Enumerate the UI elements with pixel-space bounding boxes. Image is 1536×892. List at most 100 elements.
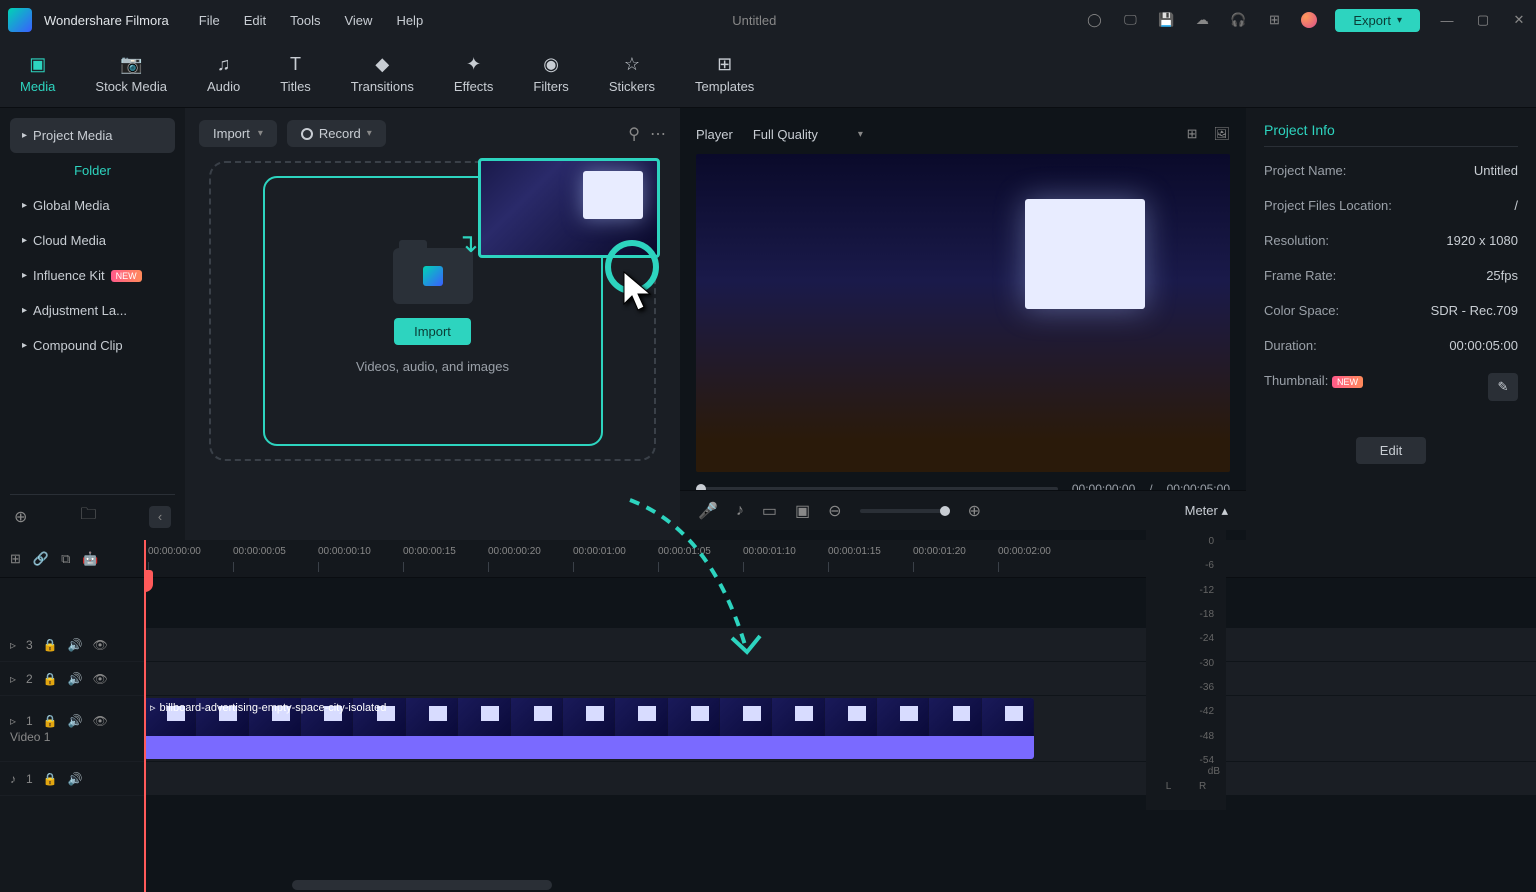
timeline-ruler[interactable]: 00:00:00:0000:00:00:0500:00:00:1000:00:0… — [144, 540, 1536, 578]
clip-icon: ▹ — [150, 701, 156, 714]
minimize-icon[interactable]: — — [1438, 11, 1456, 29]
timeline-tracks-area[interactable]: 00:00:00:0000:00:00:0500:00:00:1000:00:0… — [144, 540, 1536, 892]
transitions-icon: ◆ — [371, 53, 393, 75]
apps-icon[interactable]: ⊞ — [1265, 11, 1283, 29]
timeline-clip[interactable]: ▹billboard-advertising-empty-space-city-… — [144, 698, 1034, 759]
download-arrow-icon: ↴ — [457, 228, 479, 259]
filter-icon[interactable]: ⚲ — [628, 124, 640, 144]
eye-icon[interactable]: 👁 — [93, 714, 108, 728]
track-video-2[interactable] — [144, 662, 1536, 696]
timeline-toolbar: 🎤 ♪ ▭ ▣ ⊖ ⊕ Meter ▴ — [680, 490, 1246, 530]
tab-filters[interactable]: ◉Filters — [533, 53, 568, 94]
lock-icon[interactable]: 🔒 — [43, 772, 58, 786]
folder-graphic-icon: ↴ — [393, 248, 473, 304]
media-sidebar: ▸Project Media Folder ▸Global Media ▸Clo… — [0, 108, 185, 548]
templates-icon: ⊞ — [714, 53, 736, 75]
tab-titles[interactable]: TTitles — [280, 53, 311, 94]
circle-icon[interactable]: ◯ — [1085, 11, 1103, 29]
timeline-track-headers: ⊞ 🔗 ⧉ 🤖 ▹3🔒🔊👁 ▹2🔒🔊👁 ▹1🔒🔊👁 Video 1 ♪1🔒🔊 — [0, 540, 144, 892]
menu-tools[interactable]: Tools — [290, 13, 320, 28]
export-button[interactable]: Export▾ — [1335, 9, 1420, 32]
track-head-video-1[interactable]: ▹1🔒🔊👁 Video 1 — [0, 696, 144, 762]
grid-view-icon[interactable]: ⊞ — [1187, 126, 1198, 142]
drop-hint-text: Videos, audio, and images — [356, 359, 509, 374]
more-icon[interactable]: ⋯ — [650, 124, 666, 144]
folder-icon[interactable]: 🗀 — [80, 503, 96, 530]
project-title: Untitled — [423, 13, 1085, 28]
sidebar-global-media[interactable]: ▸Global Media — [10, 188, 175, 223]
tl-add-track-icon[interactable]: ⊞ — [10, 551, 21, 567]
sidebar-cloud-media[interactable]: ▸Cloud Media — [10, 223, 175, 258]
mute-icon[interactable]: 🔊 — [68, 672, 83, 686]
tab-stock-media[interactable]: 📷Stock Media — [95, 53, 167, 94]
sidebar-compound-clip[interactable]: ▸Compound Clip — [10, 328, 175, 363]
sidebar-adjustment-layer[interactable]: ▸Adjustment La... — [10, 293, 175, 328]
meter-toggle[interactable]: Meter ▴ — [1185, 503, 1228, 519]
sidebar-influence-kit[interactable]: ▸Influence KitNEW — [10, 258, 175, 293]
tab-stickers[interactable]: ☆Stickers — [609, 53, 655, 94]
sidebar-project-media[interactable]: ▸Project Media — [10, 118, 175, 153]
tab-media[interactable]: ▣Media — [20, 53, 55, 94]
zoom-out-icon[interactable]: ⊖ — [828, 501, 841, 521]
new-folder-icon[interactable]: ⊕ — [14, 507, 27, 527]
menu-file[interactable]: File — [199, 13, 220, 28]
player-label: Player — [696, 127, 733, 142]
save-icon[interactable]: 💾 — [1157, 11, 1175, 29]
preview-panel: Player Full Quality▾ ⊞ 🖼 00:00:00:00 / 0… — [680, 108, 1246, 548]
menu-edit[interactable]: Edit — [244, 13, 266, 28]
marker-icon[interactable]: ▭ — [762, 501, 777, 521]
monitor-icon[interactable]: 🖵 — [1121, 11, 1139, 29]
tab-effects[interactable]: ✦Effects — [454, 53, 494, 94]
tl-link-icon[interactable]: 🔗 — [33, 551, 49, 567]
track-head-video-3[interactable]: ▹3🔒🔊👁 — [0, 628, 144, 662]
menubar: File Edit Tools View Help — [199, 13, 423, 28]
tl-auto-icon[interactable]: 🤖 — [82, 551, 98, 567]
track-head-video-2[interactable]: ▹2🔒🔊👁 — [0, 662, 144, 696]
zoom-slider[interactable] — [860, 509, 950, 513]
tab-transitions[interactable]: ◆Transitions — [351, 53, 414, 94]
track-head-audio-1[interactable]: ♪1🔒🔊 — [0, 762, 144, 796]
record-dropdown[interactable]: Record▾ — [287, 120, 386, 147]
import-button[interactable]: Import — [394, 318, 471, 345]
track-video-1[interactable]: ▹billboard-advertising-empty-space-city-… — [144, 696, 1536, 762]
menu-view[interactable]: View — [344, 13, 372, 28]
tab-templates[interactable]: ⊞Templates — [695, 53, 754, 94]
maximize-icon[interactable]: ▢ — [1474, 11, 1492, 29]
preview-viewport[interactable] — [696, 154, 1230, 472]
account-avatar-icon[interactable] — [1301, 12, 1317, 28]
lock-icon[interactable]: 🔒 — [43, 638, 58, 652]
zoom-in-icon[interactable]: ⊕ — [968, 501, 981, 521]
track-audio-1[interactable] — [144, 762, 1536, 796]
menu-help[interactable]: Help — [396, 13, 423, 28]
collapse-sidebar-button[interactable]: ‹ — [149, 506, 171, 528]
cursor-icon — [622, 270, 662, 324]
filmora-logo-icon — [423, 266, 443, 286]
import-dropdown[interactable]: Import▾ — [199, 120, 277, 147]
mute-icon[interactable]: 🔊 — [68, 772, 83, 786]
close-icon[interactable]: ✕ — [1510, 11, 1528, 29]
effects-icon: ✦ — [463, 53, 485, 75]
project-info-title: Project Info — [1264, 122, 1518, 147]
render-icon[interactable]: ▣ — [795, 501, 810, 521]
lock-icon[interactable]: 🔒 — [43, 714, 58, 728]
sidebar-folder[interactable]: Folder — [10, 153, 175, 188]
tab-audio[interactable]: ♫Audio — [207, 53, 240, 94]
project-edit-button[interactable]: Edit — [1356, 437, 1426, 464]
mute-icon[interactable]: 🔊 — [68, 638, 83, 652]
eye-icon[interactable]: 👁 — [93, 638, 108, 652]
mute-icon[interactable]: 🔊 — [68, 714, 83, 728]
track-video-3[interactable] — [144, 628, 1536, 662]
timeline-playhead[interactable] — [144, 540, 146, 892]
picture-icon[interactable]: 🖼 — [1213, 126, 1230, 142]
tl-magnet-icon[interactable]: ⧉ — [61, 551, 70, 567]
project-info-panel: Project Info Project Name:Untitled Proje… — [1246, 108, 1536, 548]
timeline-scrollbar[interactable] — [292, 880, 552, 890]
thumbnail-edit-button[interactable]: ✎ — [1488, 373, 1518, 401]
cloud-icon[interactable]: ☁ — [1193, 11, 1211, 29]
lock-icon[interactable]: 🔒 — [43, 672, 58, 686]
headphones-icon[interactable]: 🎧 — [1229, 11, 1247, 29]
audio-mixer-icon[interactable]: ♪ — [736, 502, 744, 520]
quality-dropdown[interactable]: Full Quality▾ — [753, 127, 863, 142]
eye-icon[interactable]: 👁 — [93, 672, 108, 686]
voiceover-icon[interactable]: 🎤 — [698, 501, 718, 521]
